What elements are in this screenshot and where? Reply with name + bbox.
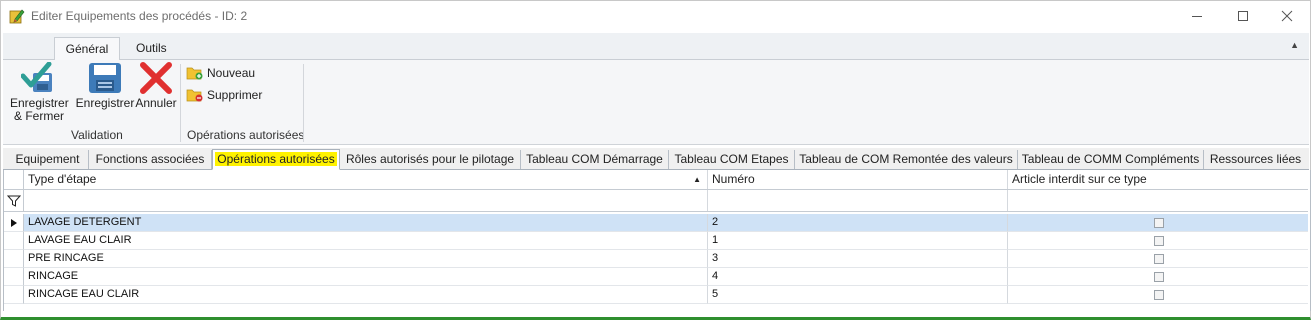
page-tab-strip: Equipement Fonctions associées Opération… (3, 148, 1309, 170)
pencil-app-icon (9, 9, 25, 24)
cell-article-interdit (1008, 268, 1308, 286)
grid-header: Type d'étape ▲ Numéro Article interdit s… (4, 170, 1308, 190)
cancel-button[interactable]: Annuler (135, 62, 177, 110)
tab-com-remontee-valeurs[interactable]: Tableau de COM Remontée des valeurs (795, 150, 1018, 169)
folder-add-icon (186, 67, 203, 80)
row-indicator (4, 268, 24, 286)
ribbon-tab-strip: Général Outils ▲ (3, 33, 1309, 60)
row-indicator (4, 286, 24, 304)
check-save-icon (21, 62, 52, 92)
new-label: Nouveau (207, 65, 256, 80)
cell-article-interdit (1008, 232, 1308, 250)
cell-numero[interactable]: 4 (708, 268, 1008, 286)
filter-row (4, 190, 1308, 212)
table-row[interactable]: PRE RINCAGE 3 (4, 250, 1308, 268)
delete-label: Supprimer (207, 87, 263, 102)
group-validation-label: Validation (71, 128, 123, 142)
save-label: Enregistrer (75, 96, 135, 110)
save-close-label: Enregistrer & Fermer (10, 96, 69, 123)
filter-icon[interactable] (4, 190, 24, 211)
cell-article-interdit (1008, 250, 1308, 268)
table-row[interactable]: RINCAGE 4 (4, 268, 1308, 286)
group-separator (303, 64, 304, 142)
column-header-type-etape[interactable]: Type d'étape ▲ (24, 170, 708, 189)
close-icon[interactable] (1264, 1, 1310, 31)
collapse-ribbon-icon[interactable]: ▲ (1290, 40, 1299, 50)
tab-operations-autorisees[interactable]: Opérations autorisées (212, 149, 340, 170)
tab-equipement[interactable]: Equipement (7, 150, 89, 169)
filter-cell-type-etape[interactable] (24, 190, 708, 211)
article-interdit-checkbox[interactable] (1154, 290, 1164, 300)
tab-fonctions-associees[interactable]: Fonctions associées (89, 150, 212, 169)
column-header-article-interdit[interactable]: Article interdit sur ce type (1008, 170, 1308, 189)
cell-type-etape[interactable]: PRE RINCAGE (24, 250, 708, 268)
title-bar: Editer Equipements des procédés - ID: 2 (1, 1, 1310, 31)
header-corner (4, 170, 24, 189)
new-button[interactable]: Nouveau (186, 65, 255, 80)
save-close-button[interactable]: Enregistrer & Fermer (10, 62, 69, 123)
group-operations-label: Opérations autorisées (187, 128, 305, 142)
tab-outils[interactable]: Outils (126, 37, 177, 59)
folder-delete-icon (186, 89, 203, 102)
cell-numero[interactable]: 1 (708, 232, 1008, 250)
maximize-icon[interactable] (1220, 1, 1266, 31)
column-header-label: Type d'étape (28, 172, 97, 186)
tab-ressources-liees[interactable]: Ressources liées (1204, 150, 1307, 169)
tab-com-etapes[interactable]: Tableau COM Etapes (669, 150, 795, 169)
cell-type-etape[interactable]: LAVAGE EAU CLAIR (24, 232, 708, 250)
cell-numero[interactable]: 3 (708, 250, 1008, 268)
table-row[interactable]: LAVAGE DETERGENT 2 (4, 214, 1308, 232)
article-interdit-checkbox[interactable] (1154, 272, 1164, 282)
filter-cell-article-interdit[interactable] (1008, 190, 1308, 211)
article-interdit-checkbox[interactable] (1154, 236, 1164, 246)
cancel-label: Annuler (135, 96, 177, 110)
table-row[interactable]: RINCAGE EAU CLAIR 5 (4, 286, 1308, 304)
tab-comm-complements[interactable]: Tableau de COMM Compléments (1018, 150, 1204, 169)
minimize-icon[interactable] (1174, 1, 1220, 31)
article-interdit-checkbox[interactable] (1154, 218, 1164, 228)
row-indicator (4, 250, 24, 268)
table-row[interactable]: LAVAGE EAU CLAIR 1 (4, 232, 1308, 250)
row-indicator (4, 214, 24, 232)
article-interdit-checkbox[interactable] (1154, 254, 1164, 264)
cell-article-interdit (1008, 286, 1308, 304)
window: Editer Equipements des procédés - ID: 2 … (0, 0, 1311, 320)
cell-type-etape[interactable]: RINCAGE EAU CLAIR (24, 286, 708, 304)
filter-cell-numero[interactable] (708, 190, 1008, 211)
tab-general[interactable]: Général (54, 37, 120, 60)
cell-numero[interactable]: 5 (708, 286, 1008, 304)
cell-numero[interactable]: 2 (708, 214, 1008, 232)
cell-type-etape[interactable]: LAVAGE DETERGENT (24, 214, 708, 232)
ribbon-panel: Enregistrer & Fermer Enregistrer Annuler… (3, 60, 1309, 145)
tab-roles-pilotage[interactable]: Rôles autorisés pour le pilotage (340, 150, 521, 169)
column-header-numero[interactable]: Numéro (708, 170, 1008, 189)
row-pointer-icon (11, 219, 17, 227)
delete-button[interactable]: Supprimer (186, 87, 262, 102)
data-grid: Type d'étape ▲ Numéro Article interdit s… (3, 170, 1311, 311)
red-x-icon (140, 62, 172, 94)
window-title: Editer Equipements des procédés - ID: 2 (31, 9, 248, 23)
cell-article-interdit (1008, 214, 1308, 232)
save-button[interactable]: Enregistrer (75, 62, 135, 110)
tab-com-demarrage[interactable]: Tableau COM Démarrage (521, 150, 669, 169)
floppy-disk-icon (89, 63, 121, 93)
row-indicator (4, 232, 24, 250)
group-separator (180, 64, 181, 142)
sort-ascending-icon: ▲ (693, 175, 701, 184)
cell-type-etape[interactable]: RINCAGE (24, 268, 708, 286)
